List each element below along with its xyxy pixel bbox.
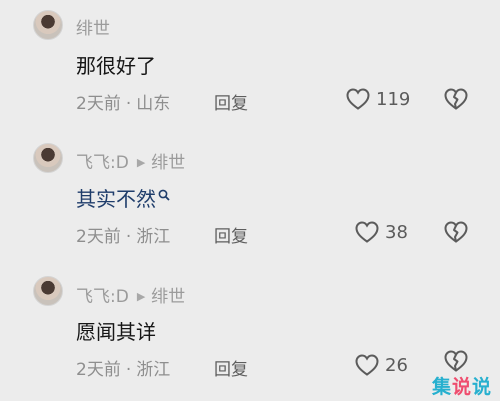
watermark-part: 说 <box>452 376 473 398</box>
author-line: 飞飞:D ▶ 绯世 <box>76 282 185 307</box>
broken-heart-icon <box>444 350 468 372</box>
heart-outline-icon <box>355 354 379 376</box>
reply-to-name[interactable]: 绯世 <box>151 287 185 307</box>
separator-dot: · <box>125 360 132 380</box>
comment-location: 浙江 <box>136 360 171 380</box>
comment-meta: 2天前 · 浙江 <box>76 355 170 380</box>
avatar[interactable] <box>33 276 63 306</box>
like-count: 26 <box>385 354 408 376</box>
author-name[interactable]: 飞飞:D <box>76 287 129 307</box>
watermark-part: 说 <box>472 376 493 398</box>
like-button[interactable]: 26 <box>355 354 408 376</box>
play-triangle-icon: ▶ <box>136 290 146 303</box>
comment-time: 2天前 <box>76 360 121 380</box>
watermark-logo: 集说说 <box>432 372 492 399</box>
watermark-part: 集 <box>432 376 453 398</box>
reply-button[interactable]: 回复 <box>214 355 248 380</box>
comment-item: 飞飞:D ▶ 绯世 愿闻其详 2天前 · 浙江 回复 26 <box>0 0 500 401</box>
comment-text: 愿闻其详 <box>76 320 156 344</box>
